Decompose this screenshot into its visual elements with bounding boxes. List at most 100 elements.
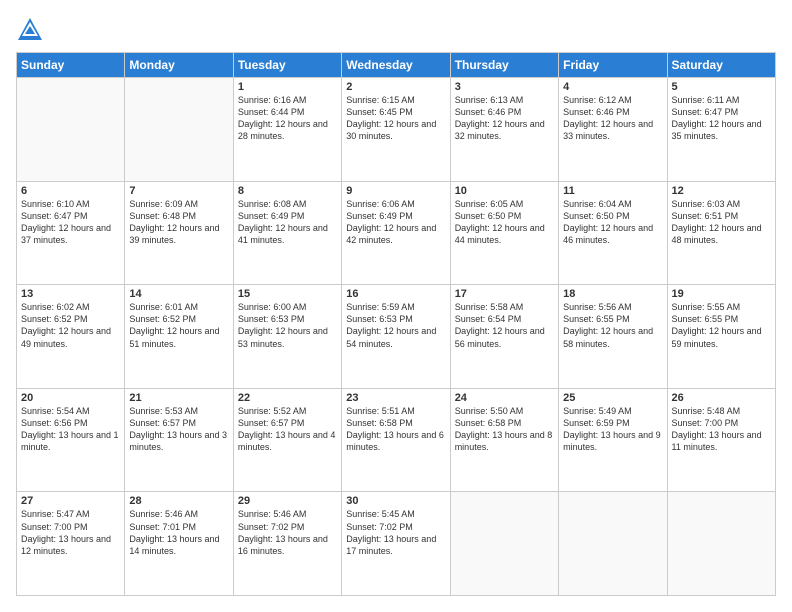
calendar-header-tuesday: Tuesday <box>233 53 341 78</box>
day-info: Sunrise: 5:59 AMSunset: 6:53 PMDaylight:… <box>346 301 445 350</box>
week-row-2: 6Sunrise: 6:10 AMSunset: 6:47 PMDaylight… <box>17 181 776 285</box>
day-info: Sunrise: 6:10 AMSunset: 6:47 PMDaylight:… <box>21 198 120 247</box>
day-number: 19 <box>672 288 771 300</box>
day-info: Sunrise: 5:54 AMSunset: 6:56 PMDaylight:… <box>21 405 120 454</box>
day-info: Sunrise: 6:13 AMSunset: 6:46 PMDaylight:… <box>455 94 554 143</box>
day-info: Sunrise: 5:55 AMSunset: 6:55 PMDaylight:… <box>672 301 771 350</box>
day-number: 29 <box>238 495 337 507</box>
calendar-header-saturday: Saturday <box>667 53 775 78</box>
day-info: Sunrise: 5:56 AMSunset: 6:55 PMDaylight:… <box>563 301 662 350</box>
calendar-header-row: SundayMondayTuesdayWednesdayThursdayFrid… <box>17 53 776 78</box>
calendar-cell <box>450 492 558 596</box>
calendar-cell: 26Sunrise: 5:48 AMSunset: 7:00 PMDayligh… <box>667 388 775 492</box>
calendar-cell: 3Sunrise: 6:13 AMSunset: 6:46 PMDaylight… <box>450 78 558 182</box>
calendar-cell: 10Sunrise: 6:05 AMSunset: 6:50 PMDayligh… <box>450 181 558 285</box>
calendar-cell: 12Sunrise: 6:03 AMSunset: 6:51 PMDayligh… <box>667 181 775 285</box>
day-info: Sunrise: 5:51 AMSunset: 6:58 PMDaylight:… <box>346 405 445 454</box>
day-info: Sunrise: 5:45 AMSunset: 7:02 PMDaylight:… <box>346 508 445 557</box>
day-number: 26 <box>672 392 771 404</box>
day-number: 16 <box>346 288 445 300</box>
day-info: Sunrise: 6:03 AMSunset: 6:51 PMDaylight:… <box>672 198 771 247</box>
day-number: 20 <box>21 392 120 404</box>
day-info: Sunrise: 6:08 AMSunset: 6:49 PMDaylight:… <box>238 198 337 247</box>
calendar-cell <box>125 78 233 182</box>
calendar-cell: 29Sunrise: 5:46 AMSunset: 7:02 PMDayligh… <box>233 492 341 596</box>
day-info: Sunrise: 6:16 AMSunset: 6:44 PMDaylight:… <box>238 94 337 143</box>
calendar-cell: 25Sunrise: 5:49 AMSunset: 6:59 PMDayligh… <box>559 388 667 492</box>
calendar-cell: 20Sunrise: 5:54 AMSunset: 6:56 PMDayligh… <box>17 388 125 492</box>
day-info: Sunrise: 5:47 AMSunset: 7:00 PMDaylight:… <box>21 508 120 557</box>
day-number: 18 <box>563 288 662 300</box>
calendar-cell: 24Sunrise: 5:50 AMSunset: 6:58 PMDayligh… <box>450 388 558 492</box>
calendar: SundayMondayTuesdayWednesdayThursdayFrid… <box>16 52 776 596</box>
week-row-5: 27Sunrise: 5:47 AMSunset: 7:00 PMDayligh… <box>17 492 776 596</box>
calendar-cell: 19Sunrise: 5:55 AMSunset: 6:55 PMDayligh… <box>667 285 775 389</box>
calendar-cell: 2Sunrise: 6:15 AMSunset: 6:45 PMDaylight… <box>342 78 450 182</box>
calendar-header-wednesday: Wednesday <box>342 53 450 78</box>
calendar-cell: 21Sunrise: 5:53 AMSunset: 6:57 PMDayligh… <box>125 388 233 492</box>
calendar-cell <box>559 492 667 596</box>
day-number: 17 <box>455 288 554 300</box>
day-number: 12 <box>672 185 771 197</box>
logo-icon <box>16 16 44 44</box>
calendar-cell: 28Sunrise: 5:46 AMSunset: 7:01 PMDayligh… <box>125 492 233 596</box>
day-info: Sunrise: 6:15 AMSunset: 6:45 PMDaylight:… <box>346 94 445 143</box>
day-number: 5 <box>672 81 771 93</box>
calendar-cell: 6Sunrise: 6:10 AMSunset: 6:47 PMDaylight… <box>17 181 125 285</box>
day-info: Sunrise: 5:52 AMSunset: 6:57 PMDaylight:… <box>238 405 337 454</box>
calendar-cell: 11Sunrise: 6:04 AMSunset: 6:50 PMDayligh… <box>559 181 667 285</box>
calendar-cell: 1Sunrise: 6:16 AMSunset: 6:44 PMDaylight… <box>233 78 341 182</box>
calendar-cell: 15Sunrise: 6:00 AMSunset: 6:53 PMDayligh… <box>233 285 341 389</box>
day-number: 25 <box>563 392 662 404</box>
week-row-1: 1Sunrise: 6:16 AMSunset: 6:44 PMDaylight… <box>17 78 776 182</box>
day-info: Sunrise: 5:46 AMSunset: 7:02 PMDaylight:… <box>238 508 337 557</box>
week-row-4: 20Sunrise: 5:54 AMSunset: 6:56 PMDayligh… <box>17 388 776 492</box>
day-number: 13 <box>21 288 120 300</box>
calendar-header-friday: Friday <box>559 53 667 78</box>
calendar-header-sunday: Sunday <box>17 53 125 78</box>
day-info: Sunrise: 6:02 AMSunset: 6:52 PMDaylight:… <box>21 301 120 350</box>
calendar-cell: 5Sunrise: 6:11 AMSunset: 6:47 PMDaylight… <box>667 78 775 182</box>
day-number: 28 <box>129 495 228 507</box>
day-number: 21 <box>129 392 228 404</box>
calendar-cell: 17Sunrise: 5:58 AMSunset: 6:54 PMDayligh… <box>450 285 558 389</box>
day-number: 3 <box>455 81 554 93</box>
week-row-3: 13Sunrise: 6:02 AMSunset: 6:52 PMDayligh… <box>17 285 776 389</box>
day-number: 9 <box>346 185 445 197</box>
calendar-cell: 7Sunrise: 6:09 AMSunset: 6:48 PMDaylight… <box>125 181 233 285</box>
day-info: Sunrise: 5:53 AMSunset: 6:57 PMDaylight:… <box>129 405 228 454</box>
day-info: Sunrise: 5:48 AMSunset: 7:00 PMDaylight:… <box>672 405 771 454</box>
day-number: 15 <box>238 288 337 300</box>
day-info: Sunrise: 6:04 AMSunset: 6:50 PMDaylight:… <box>563 198 662 247</box>
day-info: Sunrise: 6:06 AMSunset: 6:49 PMDaylight:… <box>346 198 445 247</box>
day-info: Sunrise: 5:46 AMSunset: 7:01 PMDaylight:… <box>129 508 228 557</box>
calendar-header-thursday: Thursday <box>450 53 558 78</box>
calendar-cell: 22Sunrise: 5:52 AMSunset: 6:57 PMDayligh… <box>233 388 341 492</box>
day-number: 23 <box>346 392 445 404</box>
logo <box>16 16 46 44</box>
day-number: 4 <box>563 81 662 93</box>
day-info: Sunrise: 6:01 AMSunset: 6:52 PMDaylight:… <box>129 301 228 350</box>
day-number: 6 <box>21 185 120 197</box>
day-info: Sunrise: 6:00 AMSunset: 6:53 PMDaylight:… <box>238 301 337 350</box>
day-info: Sunrise: 5:49 AMSunset: 6:59 PMDaylight:… <box>563 405 662 454</box>
calendar-cell: 9Sunrise: 6:06 AMSunset: 6:49 PMDaylight… <box>342 181 450 285</box>
calendar-cell: 4Sunrise: 6:12 AMSunset: 6:46 PMDaylight… <box>559 78 667 182</box>
day-number: 1 <box>238 81 337 93</box>
calendar-cell: 23Sunrise: 5:51 AMSunset: 6:58 PMDayligh… <box>342 388 450 492</box>
calendar-cell: 27Sunrise: 5:47 AMSunset: 7:00 PMDayligh… <box>17 492 125 596</box>
calendar-cell: 8Sunrise: 6:08 AMSunset: 6:49 PMDaylight… <box>233 181 341 285</box>
day-number: 10 <box>455 185 554 197</box>
calendar-cell <box>667 492 775 596</box>
day-number: 2 <box>346 81 445 93</box>
day-number: 8 <box>238 185 337 197</box>
header <box>16 16 776 44</box>
calendar-cell: 13Sunrise: 6:02 AMSunset: 6:52 PMDayligh… <box>17 285 125 389</box>
day-info: Sunrise: 6:12 AMSunset: 6:46 PMDaylight:… <box>563 94 662 143</box>
day-info: Sunrise: 5:58 AMSunset: 6:54 PMDaylight:… <box>455 301 554 350</box>
calendar-cell: 30Sunrise: 5:45 AMSunset: 7:02 PMDayligh… <box>342 492 450 596</box>
page: SundayMondayTuesdayWednesdayThursdayFrid… <box>0 0 792 612</box>
day-info: Sunrise: 6:09 AMSunset: 6:48 PMDaylight:… <box>129 198 228 247</box>
calendar-header-monday: Monday <box>125 53 233 78</box>
day-number: 11 <box>563 185 662 197</box>
